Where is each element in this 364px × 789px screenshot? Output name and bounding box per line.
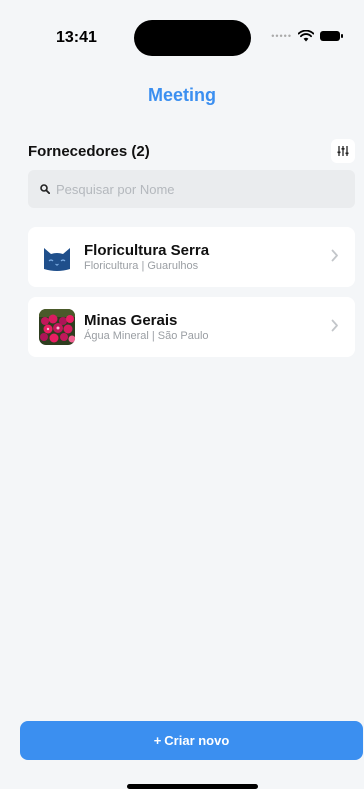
supplier-item-floricultura-serra[interactable]: Floricultura Serra Floricultura | Guarul… (28, 227, 355, 287)
supplier-avatar (39, 309, 75, 345)
search-icon (40, 184, 50, 194)
supplier-name: Floricultura Serra (84, 241, 210, 259)
supplier-name: Minas Gerais (84, 311, 178, 329)
create-new-button[interactable]: + Criar novo (20, 721, 363, 760)
chevron-right-icon (331, 249, 338, 262)
status-bar: 13:41 ••••• (0, 0, 364, 56)
search-input[interactable] (56, 181, 336, 197)
filter-button[interactable] (331, 139, 355, 163)
battery-icon (320, 31, 343, 41)
chevron-right-icon (331, 319, 338, 332)
create-new-label: Criar novo (164, 733, 230, 748)
supplier-subtitle: Floricultura | Guarulhos (84, 259, 199, 272)
cat-logo-icon (39, 239, 75, 275)
search-bar[interactable] (28, 170, 355, 208)
flowers-photo-icon (39, 309, 75, 345)
section-header: Fornecedores (2) (28, 137, 355, 165)
supplier-subtitle: Água Mineral | São Paulo (84, 329, 209, 342)
status-icons: ••••• (271, 30, 343, 42)
status-time: 13:41 (56, 29, 97, 46)
supplier-item-minas-gerais[interactable]: Minas Gerais Água Mineral | São Paulo (28, 297, 355, 357)
supplier-text: Floricultura Serra Floricultura | Guarul… (84, 242, 209, 273)
page-title: Meeting (147, 85, 216, 105)
home-indicator (127, 784, 258, 789)
plus-icon: + (153, 733, 162, 748)
dynamic-island (134, 20, 251, 56)
supplier-avatar (39, 239, 75, 275)
suppliers-count-title: Fornecedores (2) (28, 142, 150, 160)
filter-sliders-icon (337, 146, 349, 156)
wifi-icon (298, 30, 314, 42)
signal-dots-icon: ••••• (271, 31, 292, 41)
supplier-text: Minas Gerais Água Mineral | São Paulo (84, 312, 209, 343)
